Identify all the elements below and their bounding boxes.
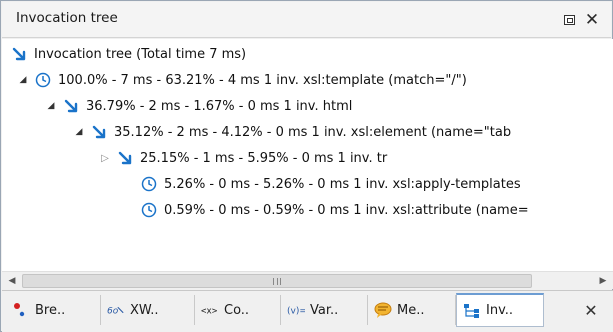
clock-icon [34, 71, 52, 89]
arrow-icon [62, 97, 80, 115]
tree-row[interactable]: ▷ 25.15% - 1 ms - 5.95% - 0 ms 1 inv. tr [98, 145, 387, 171]
tab-label: XW.. [130, 302, 159, 318]
horizontal-scrollbar[interactable]: ◀ ▶ [2, 271, 613, 289]
tab-label: Me.. [397, 302, 425, 318]
expanded-toggle-icon[interactable]: ◢ [44, 99, 58, 113]
invocation-tree: Invocation tree (Total time 7 ms) ◢ 100.… [2, 39, 613, 271]
context-icon: <x> [201, 301, 219, 319]
grip-icon [273, 278, 281, 285]
tree-row-root[interactable]: Invocation tree (Total time 7 ms) [10, 41, 246, 67]
expanded-toggle-icon[interactable]: ◢ [72, 125, 86, 139]
tab-invocation-tree[interactable]: Inv.. [456, 293, 544, 327]
breakpoints-icon [12, 301, 30, 319]
scroll-left-arrow-icon[interactable]: ◀ [4, 274, 20, 288]
tree-row[interactable]: ◢ 36.79% - 2 ms - 1.67% - 0 ms 1 inv. ht… [44, 93, 353, 119]
tab-label: Var.. [310, 302, 339, 318]
arrow-icon [90, 123, 108, 141]
tab-breakpoints[interactable]: Bre.. [6, 295, 101, 325]
tab-label: Co.. [224, 302, 250, 318]
arrow-icon [116, 149, 134, 167]
expanded-toggle-icon[interactable]: ◢ [16, 73, 30, 87]
panel-title-bar: Invocation tree ✕ [2, 2, 611, 38]
panel-title: Invocation tree [16, 10, 118, 26]
tab-label: Bre.. [35, 302, 66, 318]
tab-context[interactable]: <x> Co.. [195, 295, 281, 325]
close-icon[interactable]: ✕ [582, 301, 600, 320]
close-icon[interactable]: ✕ [583, 11, 601, 29]
clock-icon [140, 201, 158, 219]
tree-row[interactable]: ◢ 35.12% - 2 ms - 4.12% - 0 ms 1 inv. xs… [72, 119, 512, 145]
tree-row[interactable]: 0.59% - 0 ms - 0.59% - 0 ms 1 inv. xsl:a… [122, 197, 529, 223]
svg-text:6o: 6o [107, 307, 119, 317]
svg-text:(v)=: (v)= [287, 307, 305, 317]
tree-row-label: 25.15% - 1 ms - 5.95% - 0 ms 1 inv. tr [140, 150, 388, 166]
variables-icon: (v)= [287, 301, 305, 319]
tree-row-label: 35.12% - 2 ms - 4.12% - 0 ms 1 inv. xsl:… [114, 124, 512, 140]
tab-variables[interactable]: (v)= Var.. [281, 295, 368, 325]
scroll-thumb[interactable] [22, 274, 532, 288]
tree-row[interactable]: ◢ 100.0% - 7 ms - 63.21% - 4 ms 1 inv. x… [16, 67, 467, 93]
xwatch-icon: 6o [107, 301, 125, 319]
view-tab-bar: Bre.. 6o XW.. <x> Co.. (v)= Var.. Me.. I… [2, 290, 613, 332]
tree-row-label: 36.79% - 2 ms - 1.67% - 0 ms 1 inv. html [86, 98, 353, 114]
invocation-tree-panel: Invocation tree ✕ Invocation tree (Total… [0, 0, 613, 332]
tab-xwatch[interactable]: 6o XW.. [101, 295, 195, 325]
collapsed-toggle-icon[interactable]: ▷ [98, 151, 112, 165]
tree-row-label: 0.59% - 0 ms - 0.59% - 0 ms 1 inv. xsl:a… [164, 202, 529, 218]
tree-row-label: 100.0% - 7 ms - 63.21% - 4 ms 1 inv. xsl… [58, 72, 467, 88]
arrow-icon [10, 45, 28, 63]
tab-messages[interactable]: Me.. [368, 295, 456, 325]
tab-label: Inv.. [486, 303, 514, 318]
tree-row-label: 5.26% - 0 ms - 5.26% - 0 ms 1 inv. xsl:a… [164, 176, 521, 192]
svg-text:<x>: <x> [201, 307, 218, 317]
clock-icon [140, 175, 158, 193]
invocation-tree-icon [463, 302, 481, 320]
tree-row[interactable]: 5.26% - 0 ms - 5.26% - 0 ms 1 inv. xsl:a… [122, 171, 521, 197]
scroll-right-arrow-icon[interactable]: ▶ [595, 274, 611, 288]
messages-icon [374, 301, 392, 319]
tree-row-label: Invocation tree (Total time 7 ms) [34, 46, 247, 62]
restore-icon[interactable] [560, 11, 578, 29]
